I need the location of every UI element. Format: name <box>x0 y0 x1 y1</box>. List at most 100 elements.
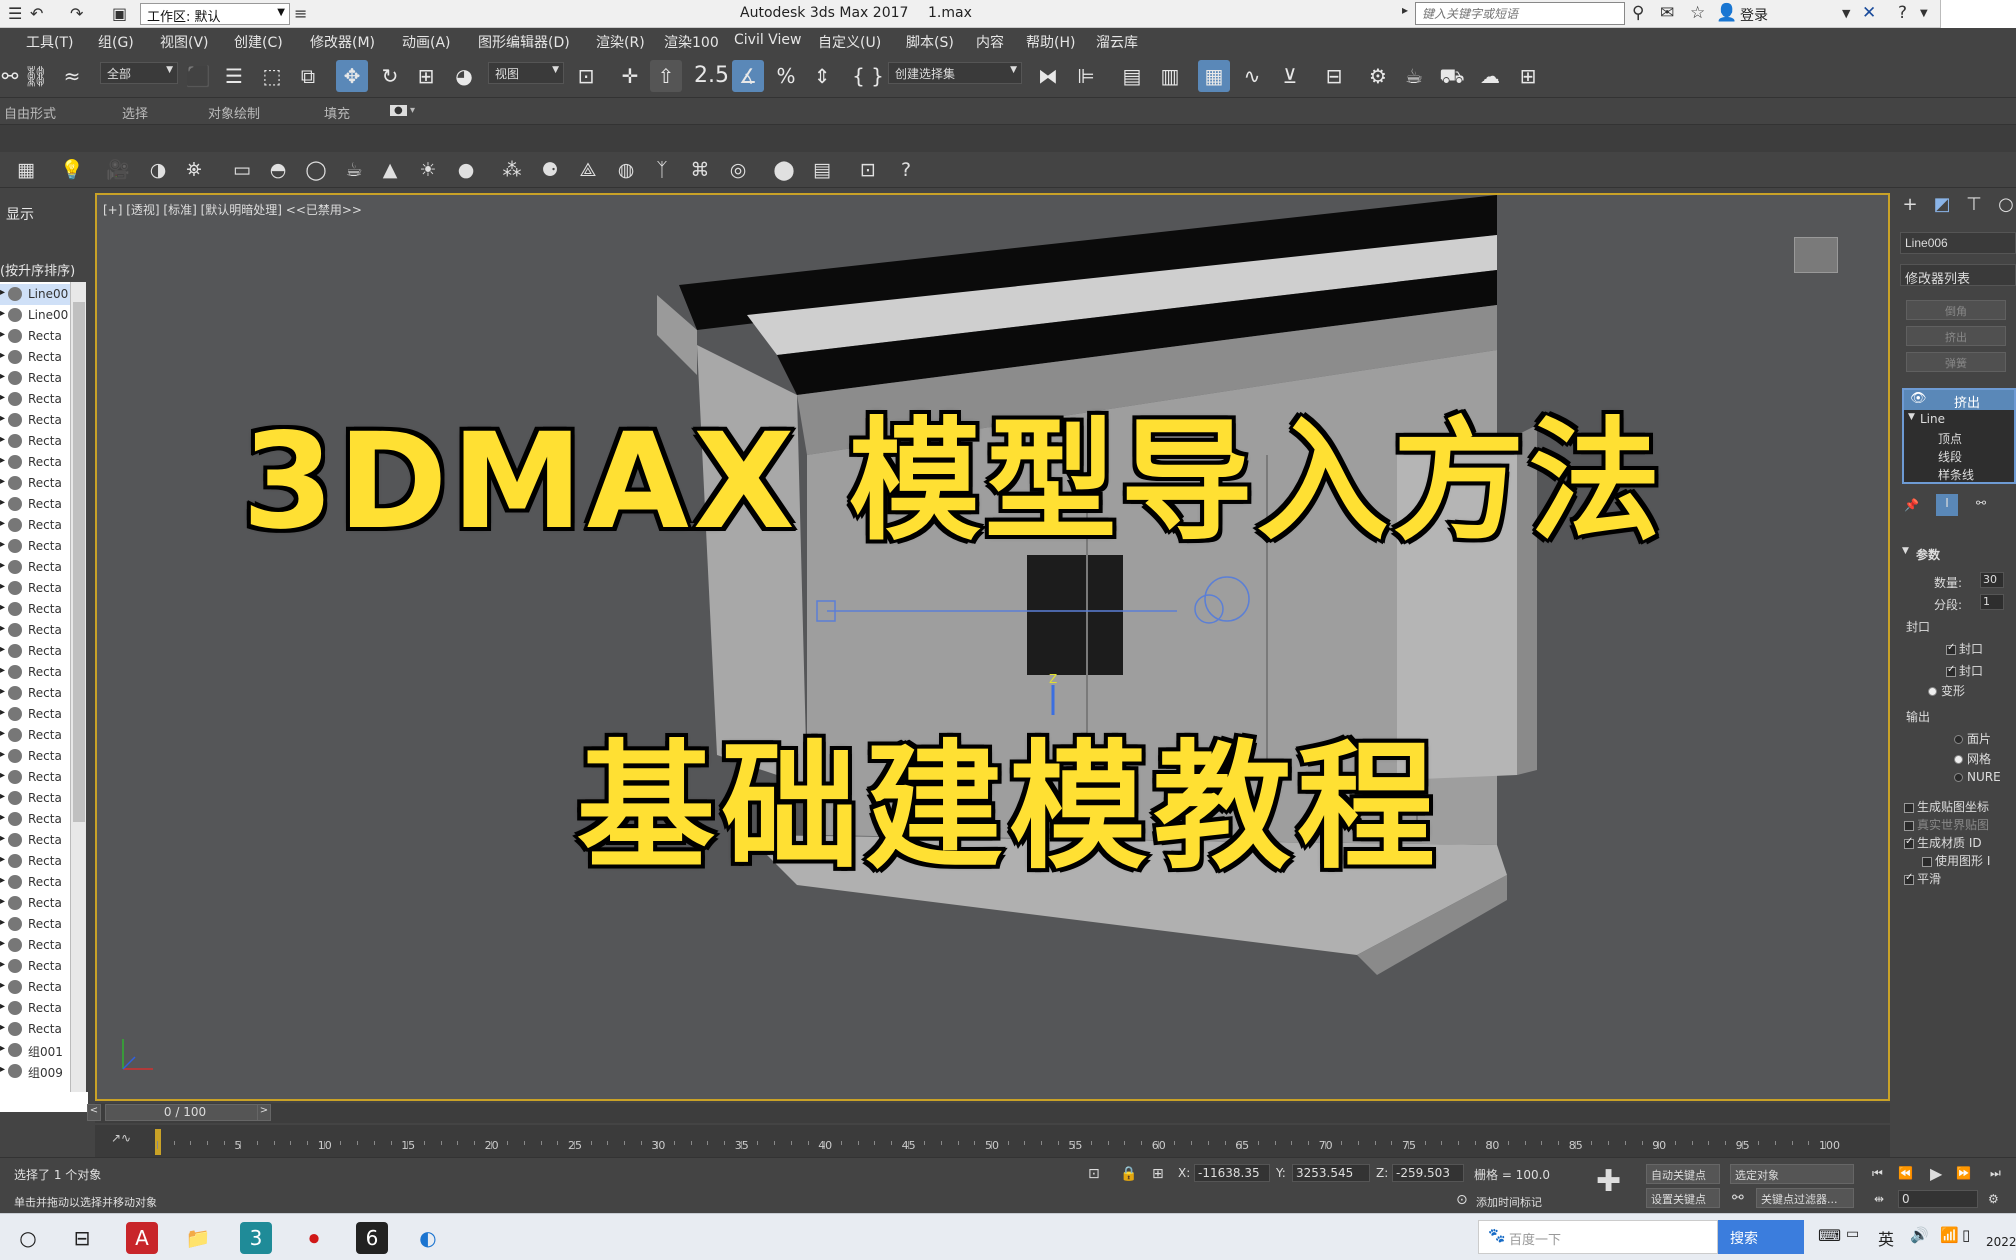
help-search-input[interactable] <box>1415 2 1625 25</box>
cortana-icon[interactable]: ○ <box>12 1222 44 1254</box>
expand-icon[interactable]: ▸ <box>0 707 5 718</box>
list-item[interactable]: ▸ Recta <box>0 725 70 746</box>
expand-icon[interactable]: ▸ <box>0 665 5 676</box>
expand-icon[interactable]: ▸ <box>0 959 5 970</box>
prev-frame-icon[interactable]: ⏪ <box>1898 1166 1913 1180</box>
sphere-light-icon[interactable]: ● <box>452 157 480 183</box>
eye-icon[interactable]: 👁 <box>1910 391 1927 406</box>
time-config-icon[interactable]: ⚙ <box>1988 1192 1999 1206</box>
list-item[interactable]: ▸ Recta <box>0 830 70 851</box>
expand-icon[interactable]: ▸ <box>0 812 5 823</box>
select-manipulate-icon[interactable]: ✛ <box>614 60 646 92</box>
expand-icon[interactable]: ▸ <box>0 455 5 466</box>
taskbar-search-button[interactable]: 搜索 <box>1718 1220 1804 1254</box>
play-icon[interactable]: ▶ <box>1930 1164 1942 1183</box>
expand-icon[interactable]: ▸ <box>0 308 5 319</box>
list-item[interactable]: ▸ Recta <box>0 746 70 767</box>
stack-item-spline[interactable]: 样条线 <box>1938 466 1974 483</box>
help-icon[interactable]: ? <box>892 157 920 183</box>
list-item[interactable]: ▸ Recta <box>0 788 70 809</box>
camera-icon[interactable]: 🎥 <box>104 157 132 183</box>
pin-stack-icon[interactable]: 📌 <box>1904 498 1919 512</box>
time-next-icon[interactable]: > <box>257 1104 271 1121</box>
visibility-icon[interactable] <box>8 959 22 973</box>
rect-selection-icon[interactable]: ⬚ <box>256 60 288 92</box>
list-item[interactable]: ▸ Recta <box>0 452 70 473</box>
visibility-icon[interactable] <box>8 497 22 511</box>
visibility-icon[interactable] <box>8 308 22 322</box>
battery-icon[interactable]: ▯ <box>1962 1226 1970 1244</box>
user-icon[interactable]: 👤 <box>1716 3 1737 23</box>
visibility-icon[interactable] <box>8 770 22 784</box>
spinner-snap-icon[interactable]: ⇕ <box>806 60 838 92</box>
list-item[interactable]: ▸ Recta <box>0 851 70 872</box>
expand-icon[interactable]: ▸ <box>0 539 5 550</box>
fur-icon[interactable]: ⁂ <box>498 157 526 183</box>
ribbon-options-icon[interactable]: ● <box>390 105 407 116</box>
list-item[interactable]: ▸ 组009 <box>0 1061 70 1082</box>
expand-icon[interactable]: ▸ <box>0 728 5 739</box>
expand-icon[interactable]: ▸ <box>0 938 5 949</box>
dome-icon[interactable]: ◓ <box>264 157 292 183</box>
visibility-icon[interactable] <box>8 644 22 658</box>
render-online-icon[interactable]: ⊞ <box>1512 60 1544 92</box>
menu-tools[interactable]: 工具(T) <box>26 32 73 52</box>
visibility-icon[interactable] <box>8 938 22 952</box>
render-frame-icon[interactable]: ⛟ <box>1436 60 1468 92</box>
visibility-icon[interactable] <box>8 980 22 994</box>
visibility-icon[interactable] <box>8 581 22 595</box>
visibility-icon[interactable] <box>8 875 22 889</box>
particle-icon[interactable]: ⚈ <box>536 157 564 183</box>
taskbar-clock[interactable]: 2022 <box>1986 1218 2016 1250</box>
render-setup-icon[interactable]: ☕ <box>1398 60 1430 92</box>
list-item[interactable]: ▸ Recta <box>0 431 70 452</box>
list-item[interactable]: ▸ Recta <box>0 662 70 683</box>
3dsmax-icon[interactable]: 3 <box>240 1222 272 1254</box>
material-editor-icon[interactable]: ⚙ <box>1362 60 1394 92</box>
render-settings-icon[interactable]: ⊡ <box>854 157 882 183</box>
make-unique-icon[interactable]: ⚯ <box>1976 496 1986 510</box>
reference-coord-select[interactable]: 视图 ▼ <box>488 62 564 84</box>
binoculars-icon[interactable]: ⚲ <box>1632 3 1644 23</box>
smooth-checkbox[interactable]: 平滑 <box>1904 870 1941 887</box>
expand-icon[interactable]: ▸ <box>0 413 5 424</box>
visibility-icon[interactable] <box>8 665 22 679</box>
select-object-icon[interactable]: ⬛ <box>182 60 214 92</box>
create-tab-icon[interactable]: + <box>1896 194 1924 220</box>
expand-icon[interactable]: ▸ <box>0 602 5 613</box>
globe-icon[interactable]: ◍ <box>612 157 640 183</box>
tree-hscroll[interactable] <box>0 1092 88 1112</box>
visibility-icon[interactable] <box>8 539 22 553</box>
key-mode-icon[interactable]: ⇹ <box>1874 1192 1884 1206</box>
output-patch-radio[interactable]: 面片 <box>1954 730 1991 747</box>
visibility-icon[interactable] <box>8 833 22 847</box>
scene-explorer-icon[interactable]: ▦ <box>12 157 40 183</box>
task-view-icon[interactable]: ⊟ <box>66 1222 98 1254</box>
modifier-stack[interactable]: 👁 挤出 ▼ Line 顶点 线段 样条线 <box>1902 388 2016 484</box>
visibility-icon[interactable] <box>8 1043 22 1057</box>
visibility-icon[interactable] <box>8 455 22 469</box>
list-item[interactable]: ▸ Recta <box>0 326 70 347</box>
proxy-icon[interactable]: ⟁ <box>574 157 602 183</box>
schematic-view-icon[interactable]: ⊟ <box>1318 60 1350 92</box>
view-cube[interactable] <box>1794 237 1838 273</box>
mirror-icon[interactable]: ⧓ <box>1032 60 1064 92</box>
list-item[interactable]: ▸ Recta <box>0 536 70 557</box>
current-frame-marker[interactable] <box>155 1129 161 1155</box>
select-by-name-icon[interactable]: ☰ <box>218 60 250 92</box>
visibility-icon[interactable] <box>8 1064 22 1078</box>
goto-end-icon[interactable]: ⏭ <box>1990 1166 2001 1181</box>
list-item[interactable]: ▸ Line00 <box>0 305 70 326</box>
list-item[interactable]: ▸ Recta <box>0 956 70 977</box>
network-icon[interactable]: ▭ <box>1846 1226 1859 1242</box>
visibility-icon[interactable] <box>8 1001 22 1015</box>
snap-toggle[interactable]: 2.5 <box>694 60 729 92</box>
star-icon[interactable]: ☆ <box>1690 3 1705 23</box>
list-item[interactable]: ▸ Recta <box>0 809 70 830</box>
list-item[interactable]: ▸ Recta <box>0 515 70 536</box>
list-item[interactable]: ▸ Recta <box>0 389 70 410</box>
list-item[interactable]: ▸ Recta <box>0 557 70 578</box>
exchange-icon[interactable]: ✕ <box>1862 3 1876 23</box>
communication-icon[interactable]: ✉ <box>1660 3 1674 23</box>
wifi-icon[interactable]: 📶 <box>1940 1226 1959 1244</box>
